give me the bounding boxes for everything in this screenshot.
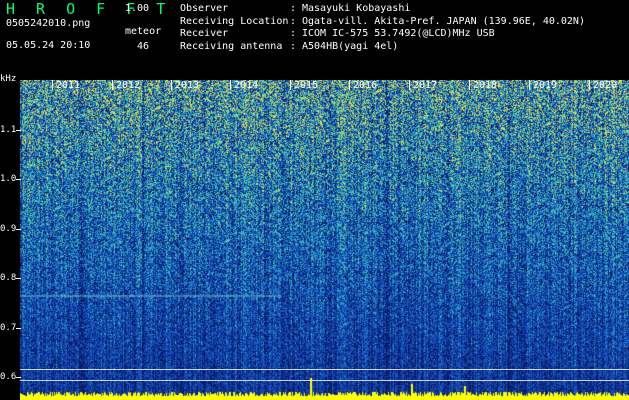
info-key: Observer <box>180 3 229 14</box>
x-tick-label: 2015 <box>294 80 319 91</box>
header-panel: H R O F F T 1.00 0505242010.png meteor 4… <box>0 0 629 80</box>
info-value: Masayuki Kobayashi <box>302 3 411 14</box>
info-key: Receiver <box>180 28 229 39</box>
info-sep: : <box>290 3 297 14</box>
y-tick <box>16 328 21 329</box>
y-axis: kHz 1.1 1.0 0.9 0.8 0.7 0.6 <box>0 74 21 400</box>
x-tick <box>171 80 172 90</box>
reference-line <box>20 369 629 370</box>
x-tick-label: 2014 <box>234 80 259 91</box>
y-tick-label: 1.0 <box>0 174 17 184</box>
info-key: Receiving antenna <box>180 40 283 52</box>
info-row-observer: Observer: Masayuki Kobayashi <box>180 3 585 16</box>
y-tick-label: 0.9 <box>0 224 17 234</box>
info-key: Receiving Location <box>180 15 289 27</box>
info-row-location: Receiving Location: Ogata-vill. Akita-Pre… <box>180 16 585 29</box>
spectrogram <box>20 80 629 400</box>
info-value: ICOM IC-575 53.7492(@LCD)MHz USB <box>302 28 495 39</box>
y-tick <box>16 229 21 230</box>
x-tick-label: 2013 <box>175 80 200 91</box>
info-sep: : <box>290 15 297 27</box>
x-tick <box>529 80 530 90</box>
x-tick <box>349 80 350 90</box>
x-tick-label: 2017 <box>413 80 438 91</box>
x-tick-label: 2012 <box>116 80 141 91</box>
x-tick-label: 2019 <box>533 80 558 91</box>
x-tick-label: 2020 <box>593 80 618 91</box>
x-tick <box>589 80 590 90</box>
y-axis-unit: kHz <box>0 74 17 84</box>
info-sep: : <box>290 40 297 52</box>
y-tick <box>16 377 21 378</box>
y-tick-label: 1.1 <box>0 125 17 135</box>
station-info: Observer: Masayuki Kobayashi Receiving Lo… <box>180 3 585 53</box>
y-tick-label: 0.7 <box>0 323 17 333</box>
meteor-count: 46 <box>137 41 150 52</box>
x-tick-label: 2011 <box>56 80 81 91</box>
y-tick <box>16 179 21 180</box>
info-value: A504HB(yagi 4el) <box>302 40 399 52</box>
file-name: 0505242010.png <box>6 18 91 29</box>
x-tick <box>230 80 231 90</box>
x-tick-label: 2018 <box>473 80 498 91</box>
meteor-label: meteor <box>125 26 162 37</box>
y-tick-label: 0.8 <box>0 273 17 283</box>
x-tick <box>112 80 113 90</box>
info-row-antenna: Receiving antenna: A504HB(yagi 4el) <box>180 41 585 54</box>
x-tick-label: 2016 <box>353 80 378 91</box>
info-row-receiver: Receiver: ICOM IC-575 53.7492(@LCD)MHz US… <box>180 28 585 41</box>
spectrogram-canvas <box>20 80 629 400</box>
x-tick <box>290 80 291 90</box>
info-sep: : <box>290 28 297 39</box>
x-tick <box>52 80 53 90</box>
x-tick <box>469 80 470 90</box>
observation-datetime: 05.05.24 20:10 <box>6 40 91 51</box>
info-value: Ogata-vill. Akita-Pref. JAPAN (139.96E, … <box>302 15 585 27</box>
y-tick <box>16 130 21 131</box>
y-tick <box>16 278 21 279</box>
x-tick <box>409 80 410 90</box>
reference-line <box>20 380 629 381</box>
app-version: 1.00 <box>125 3 150 14</box>
y-tick-label: 0.6 <box>0 372 17 382</box>
